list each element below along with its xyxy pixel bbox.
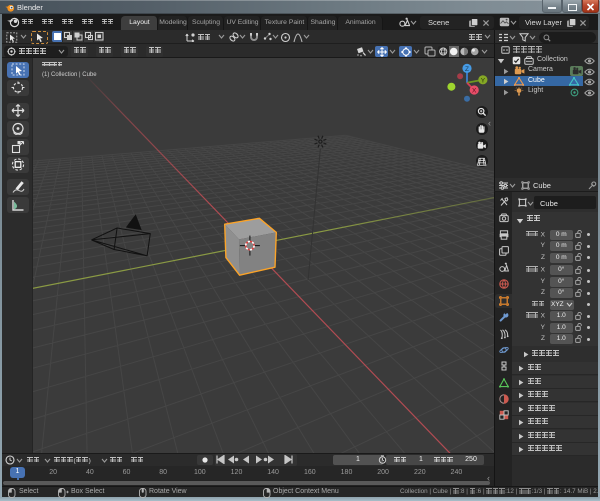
svg-text:Z: Z: [465, 66, 469, 73]
svg-text:Y: Y: [481, 77, 486, 84]
svg-text:X: X: [472, 88, 477, 95]
